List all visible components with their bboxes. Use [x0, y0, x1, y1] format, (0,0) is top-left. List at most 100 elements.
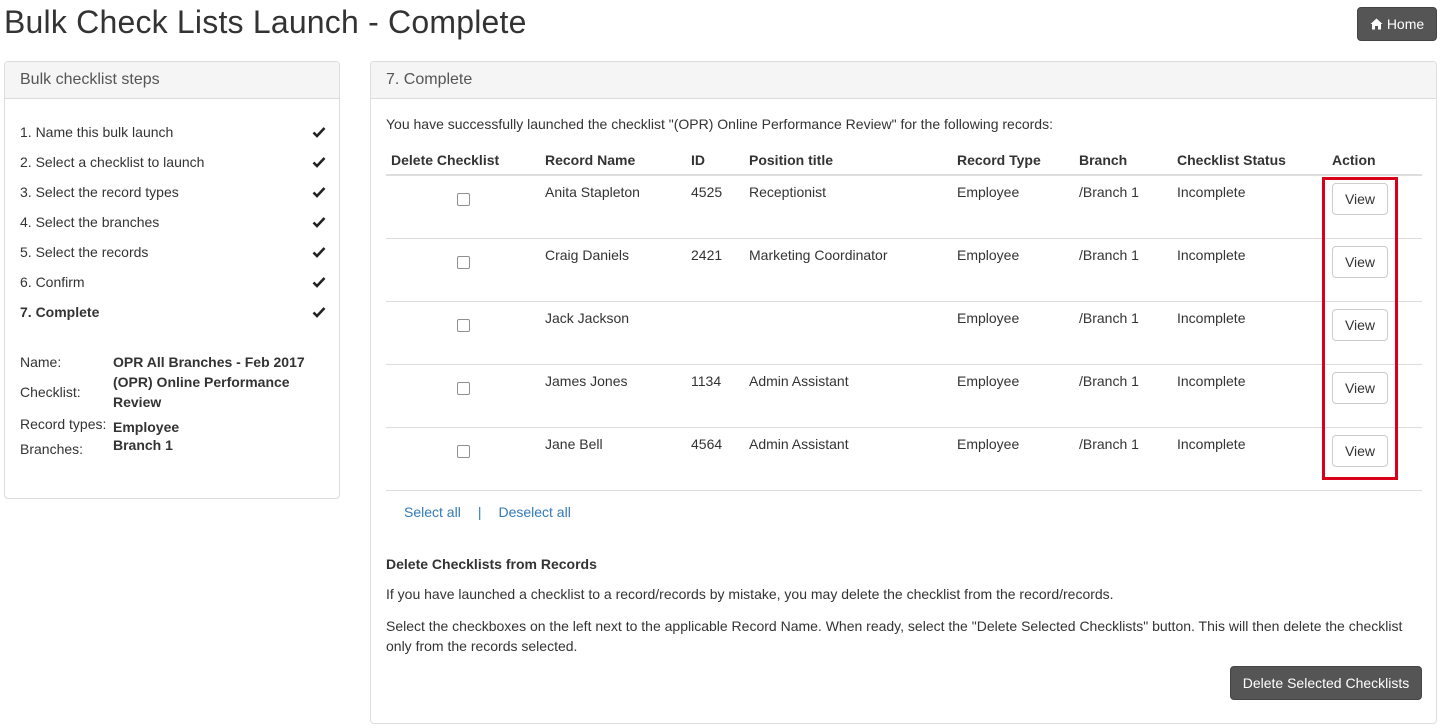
table-row: Anita Stapleton 4525 Receptionist Employ…: [386, 175, 1422, 238]
record-status: Incomplete: [1172, 363, 1327, 427]
record-status: Incomplete: [1172, 300, 1327, 364]
record-type: Employee: [952, 237, 1074, 301]
table-header-row: Delete Checklist Record Name ID Position…: [386, 146, 1422, 176]
col-checklist-status: Checklist Status: [1172, 146, 1327, 176]
col-delete-checklist: Delete Checklist: [386, 146, 540, 176]
records-table: Delete Checklist Record Name ID Position…: [386, 146, 1422, 491]
col-record-type: Record Type: [952, 146, 1074, 176]
page-title: Bulk Check Lists Launch - Complete: [4, 4, 527, 40]
record-position: Admin Assistant: [744, 426, 952, 491]
success-message: You have successfully launched the check…: [386, 116, 1053, 132]
step-item: 6. Confirm: [20, 267, 326, 297]
step-label: 3. Select the record types: [20, 184, 179, 200]
summary-checklist-row: Checklist: (OPR) Online Performance Revi…: [20, 372, 330, 412]
record-branch: /Branch 1: [1074, 363, 1172, 427]
view-button[interactable]: View: [1332, 245, 1388, 278]
record-id: 1134: [686, 363, 744, 427]
check-icon: [312, 217, 326, 228]
table-row: Jane Bell 4564 Admin Assistant Employee …: [386, 426, 1422, 491]
step-label: 5. Select the records: [20, 244, 149, 260]
delete-section-text-1: If you have launched a checklist to a re…: [386, 586, 1114, 602]
summary-name-value: OPR All Branches - Feb 2017: [113, 354, 305, 370]
step-label: 2. Select a checklist to launch: [20, 154, 205, 170]
step-label: 6. Confirm: [20, 274, 85, 290]
record-branch: /Branch 1: [1074, 300, 1172, 364]
step-item: 4. Select the branches: [20, 207, 326, 237]
view-button[interactable]: View: [1332, 434, 1388, 467]
record-name: Jack Jackson: [540, 300, 686, 364]
check-icon: [312, 277, 326, 288]
view-button[interactable]: View: [1332, 183, 1388, 215]
record-id: 2421: [686, 237, 744, 301]
delete-checkbox[interactable]: [456, 444, 470, 458]
check-icon: [312, 247, 326, 258]
table-row: Craig Daniels 2421 Marketing Coordinator…: [386, 237, 1422, 301]
delete-checkbox[interactable]: [456, 193, 470, 206]
summary-record-types-value: Employee: [113, 419, 180, 435]
step-label: 4. Select the branches: [20, 214, 160, 230]
summary-checklist-label: Checklist:: [20, 384, 81, 400]
check-icon: [312, 187, 326, 198]
record-id: [686, 300, 744, 364]
summary-checklist-value: (OPR) Online Performance Review: [113, 374, 290, 410]
deselect-all-link[interactable]: Deselect all: [498, 504, 570, 520]
steps-panel-title: Bulk checklist steps: [5, 62, 339, 99]
summary-record-types-label: Record types:: [20, 416, 107, 432]
complete-panel-title: 7. Complete: [371, 62, 1436, 99]
view-button[interactable]: View: [1332, 308, 1388, 341]
record-status: Incomplete: [1172, 426, 1327, 491]
view-button[interactable]: View: [1332, 371, 1388, 404]
table-row: Jack Jackson Employee /Branch 1 Incomple…: [386, 300, 1422, 364]
summary-record-types-row: Record types: Employee: [20, 414, 330, 437]
delete-checkbox[interactable]: [456, 381, 470, 395]
check-icon: [312, 157, 326, 168]
col-action: Action: [1327, 146, 1422, 176]
check-icon: [312, 127, 326, 138]
record-name: Craig Daniels: [540, 237, 686, 301]
record-position: [744, 300, 952, 364]
step-label: 7. Complete: [20, 304, 100, 320]
delete-checkbox[interactable]: [456, 255, 470, 269]
col-record-name: Record Name: [540, 146, 686, 176]
table-row: James Jones 1134 Admin Assistant Employe…: [386, 363, 1422, 427]
link-separator: |: [477, 504, 482, 520]
delete-checkbox[interactable]: [456, 318, 470, 332]
record-type: Employee: [952, 300, 1074, 364]
steps-panel: Bulk checklist steps 1. Name this bulk l…: [4, 61, 340, 499]
check-icon: [312, 307, 326, 318]
summary-name-label: Name:: [20, 354, 62, 370]
step-item-current: 7. Complete: [20, 297, 326, 327]
record-branch: /Branch 1: [1079, 184, 1139, 200]
home-button[interactable]: Home: [1357, 7, 1437, 41]
step-item: 3. Select the record types: [20, 177, 326, 207]
select-all-link[interactable]: Select all: [404, 504, 461, 520]
record-type: Employee: [952, 426, 1074, 491]
summary-branches-label: Branches:: [20, 441, 84, 457]
record-id: 4564: [686, 426, 744, 491]
summary-branches-row: Branches: Branch 1: [20, 435, 330, 459]
record-id: 4525: [691, 184, 723, 200]
record-status: Incomplete: [1172, 237, 1327, 301]
delete-section-text-2: Select the checkboxes on the left next t…: [386, 618, 1403, 654]
summary-branches-value: Branch 1: [113, 437, 173, 453]
record-name: Anita Stapleton: [545, 184, 640, 200]
record-position: Admin Assistant: [744, 363, 952, 427]
home-button-label: Home: [1386, 16, 1425, 32]
step-item: 1. Name this bulk launch: [20, 117, 326, 147]
record-branch: /Branch 1: [1074, 426, 1172, 491]
record-status: Incomplete: [1177, 184, 1246, 200]
col-id: ID: [686, 146, 744, 176]
step-item: 2. Select a checklist to launch: [20, 147, 326, 177]
delete-selected-checklists-button[interactable]: Delete Selected Checklists: [1230, 666, 1422, 700]
record-branch: /Branch 1: [1074, 237, 1172, 301]
record-type: Employee: [952, 363, 1074, 427]
record-name: James Jones: [540, 363, 686, 427]
launch-summary: Name: OPR All Branches - Feb 2017 Checkl…: [20, 352, 330, 459]
complete-panel: 7. Complete You have successfully launch…: [370, 61, 1437, 724]
col-position-title: Position title: [744, 146, 952, 176]
home-icon: [1370, 18, 1383, 30]
col-branch: Branch: [1074, 146, 1172, 176]
summary-name-row: Name: OPR All Branches - Feb 2017: [20, 352, 330, 372]
record-position: Receptionist: [749, 184, 827, 200]
record-name: Jane Bell: [540, 426, 686, 491]
